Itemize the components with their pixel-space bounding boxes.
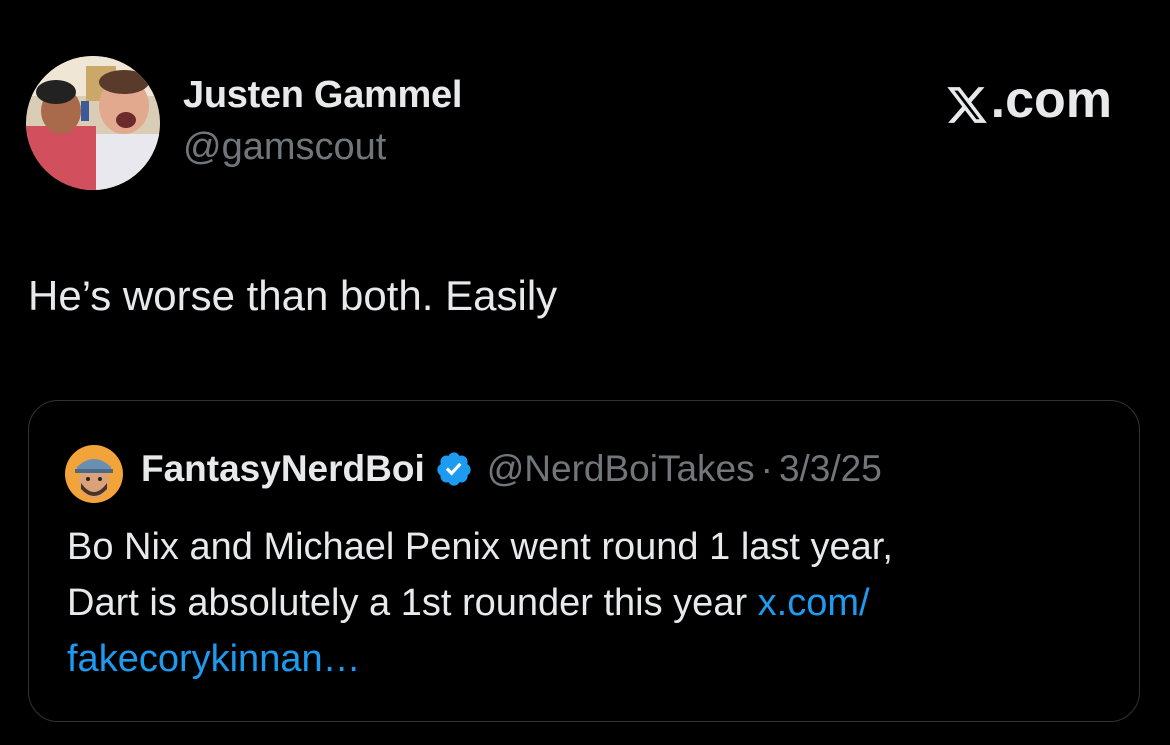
quoted-author-handle[interactable]: @NerdBoiTakes [487,448,755,490]
quoted-author-name[interactable]: FantasyNerdBoi [141,448,425,490]
author-handle[interactable]: @gamscout [183,126,386,169]
verified-badge-icon [435,450,473,488]
quoted-tweet-text: Bo Nix and Michael Penix went round 1 la… [67,519,1107,687]
quoted-tweet-header: FantasyNerdBoi @NerdBoiTakes · 3/3/25 [141,448,882,490]
quoted-text-line2: Dart is absolutely a 1st rounder this ye… [67,582,758,624]
quoted-text-line1: Bo Nix and Michael Penix went round 1 la… [67,526,893,568]
author-name[interactable]: Justen Gammel [183,74,462,117]
quoted-tweet-link-continued[interactable]: fakecorykinnan… [67,638,361,680]
quoted-tweet-date[interactable]: 3/3/25 [779,448,882,490]
author-avatar[interactable] [26,56,160,190]
x-logo-icon [945,80,989,124]
quoted-tweet-link[interactable]: x.com/ [758,582,870,624]
tweet-text: He’s worse than both. Easily [28,272,558,319]
quoted-author-avatar[interactable] [65,445,123,503]
quoted-tweet-card[interactable]: FantasyNerdBoi @NerdBoiTakes · 3/3/25 Bo… [28,400,1140,722]
x-com-watermark: .com [945,70,1112,130]
brand-label: .com [990,71,1112,129]
separator-dot: · [760,448,773,489]
